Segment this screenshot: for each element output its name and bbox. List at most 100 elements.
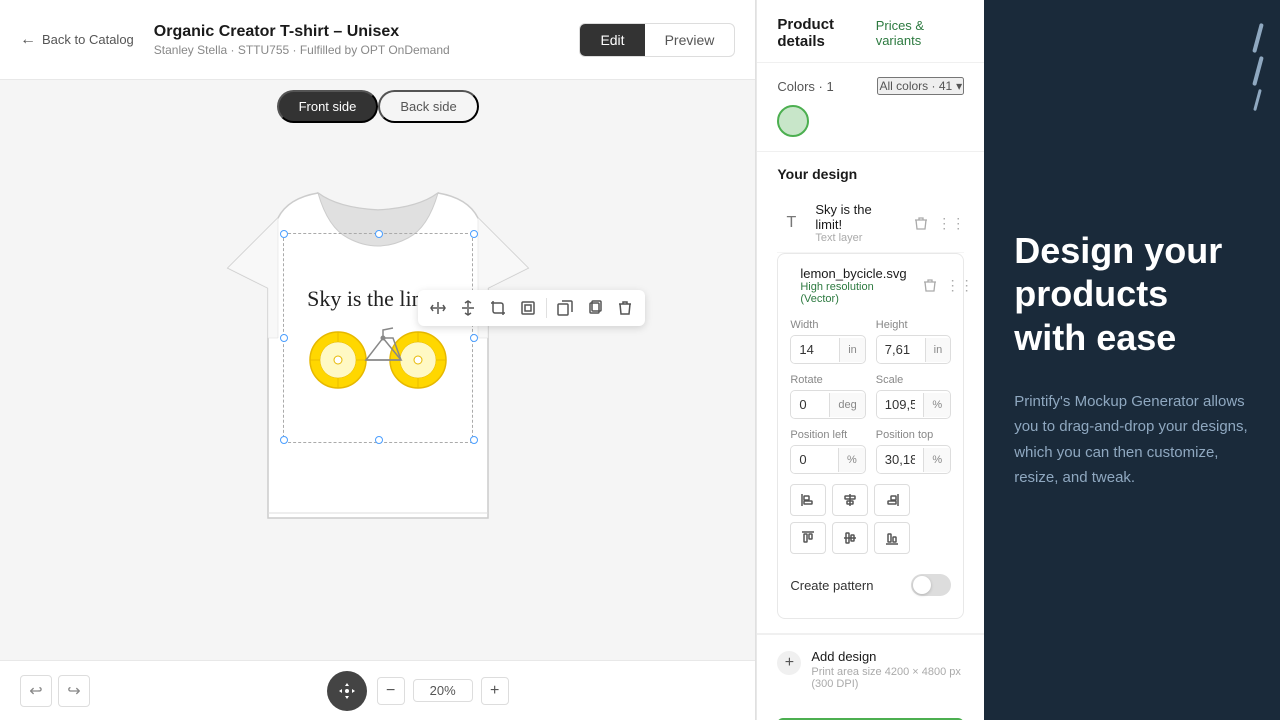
scale-input[interactable] bbox=[877, 391, 924, 418]
rotate-input[interactable] bbox=[791, 391, 829, 418]
pattern-label: Create pattern bbox=[790, 578, 873, 593]
back-label: Back to Catalog bbox=[42, 32, 134, 47]
hero-line3: with ease bbox=[1014, 317, 1176, 358]
top-bar: ← Back to Catalog Organic Creator T-shir… bbox=[0, 0, 755, 80]
product-info: Organic Creator T-shirt – Unisex Stanley… bbox=[154, 23, 560, 57]
undo-button[interactable]: ↩ bbox=[20, 675, 52, 707]
text-layer-actions: ⋮⋮ bbox=[908, 210, 964, 236]
handle-top-right[interactable] bbox=[470, 230, 478, 238]
crop-icon[interactable] bbox=[484, 294, 512, 322]
flip-horizontal-icon[interactable] bbox=[424, 294, 452, 322]
move-tool-button[interactable] bbox=[327, 671, 367, 711]
frame-icon[interactable] bbox=[514, 294, 542, 322]
zoom-value-display[interactable]: 20% bbox=[413, 679, 473, 702]
position-top-label: Position top bbox=[876, 429, 951, 441]
undo-redo-controls: ↩ ↪ bbox=[20, 675, 90, 707]
center-tools: − 20% + bbox=[100, 671, 735, 711]
add-design-title: Add design bbox=[811, 649, 964, 664]
text-layer-item[interactable]: T Sky is the limit! Text layer ⋮⋮ bbox=[777, 194, 964, 253]
prices-variants-link[interactable]: Prices & variants bbox=[876, 18, 965, 48]
all-colors-button[interactable]: All colors · 41 ▾ bbox=[877, 77, 964, 95]
chevron-down-icon: ▾ bbox=[956, 79, 962, 93]
details-title: Product details bbox=[777, 16, 875, 50]
decorative-lines bbox=[1256, 20, 1260, 114]
height-input[interactable] bbox=[877, 336, 925, 363]
rotate-unit: deg bbox=[829, 393, 864, 417]
text-layer-info: Sky is the limit! Text layer bbox=[815, 202, 898, 244]
align-top-button[interactable] bbox=[790, 522, 826, 554]
scale-field: Scale % bbox=[876, 374, 951, 419]
align-bottom-button[interactable] bbox=[874, 522, 910, 554]
product-subtitle: Stanley Stella · STTU755 · Fulfilled by … bbox=[154, 43, 560, 57]
position-top-unit: % bbox=[923, 448, 950, 472]
align-right-button[interactable] bbox=[874, 484, 910, 516]
position-fields: Position left % Position top % bbox=[790, 429, 951, 474]
tab-back-side[interactable]: Back side bbox=[378, 90, 478, 123]
handle-bottom-left[interactable] bbox=[280, 436, 288, 444]
align-center-v-button[interactable] bbox=[832, 522, 868, 554]
handle-bottom-right[interactable] bbox=[470, 436, 478, 444]
lemon-bike-image[interactable] bbox=[303, 320, 453, 390]
tab-front-side[interactable]: Front side bbox=[277, 90, 379, 123]
flip-vertical-icon[interactable] bbox=[454, 294, 482, 322]
design-print-area[interactable]: Sky is the limit! bbox=[283, 233, 473, 443]
handle-left-mid[interactable] bbox=[280, 334, 288, 342]
text-layer-more-button[interactable]: ⋮⋮ bbox=[938, 210, 964, 236]
deco-line-1 bbox=[1252, 23, 1264, 53]
width-unit: in bbox=[839, 338, 865, 362]
image-layer-actions: ⋮⋮ bbox=[917, 273, 973, 299]
color-swatch-green[interactable] bbox=[777, 105, 809, 137]
width-input[interactable] bbox=[791, 336, 839, 363]
text-layer-delete-button[interactable] bbox=[908, 210, 934, 236]
image-layer-name: lemon_bycicle.svg bbox=[800, 266, 906, 281]
image-layer-more-button[interactable]: ⋮⋮ bbox=[947, 273, 973, 299]
product-title: Organic Creator T-shirt – Unisex bbox=[154, 23, 560, 41]
bottom-bar: ↩ ↪ − 20% + bbox=[0, 660, 755, 720]
deco-line-2 bbox=[1252, 56, 1264, 86]
tab-edit[interactable]: Edit bbox=[580, 24, 644, 56]
edit-preview-tabs: Edit Preview bbox=[579, 23, 735, 57]
hero-heading: Design your products with ease bbox=[1014, 229, 1250, 359]
redo-button[interactable]: ↪ bbox=[58, 675, 90, 707]
zoom-out-button[interactable]: − bbox=[377, 677, 405, 705]
add-design-text: Add design Print area size 4200 × 4800 p… bbox=[811, 649, 964, 690]
copy-style-icon[interactable] bbox=[551, 294, 579, 322]
align-left-button[interactable] bbox=[790, 484, 826, 516]
text-layer-name: Sky is the limit! bbox=[815, 202, 898, 232]
width-field: Width in bbox=[790, 319, 865, 364]
handle-top-left[interactable] bbox=[280, 230, 288, 238]
height-field: Height in bbox=[876, 319, 951, 364]
side-tabs: Front side Back side bbox=[277, 90, 479, 123]
scale-unit: % bbox=[923, 393, 950, 417]
duplicate-icon[interactable] bbox=[581, 294, 609, 322]
image-layer-info: lemon_bycicle.svg High resolution (Vecto… bbox=[800, 266, 906, 305]
toggle-knob bbox=[913, 576, 931, 594]
product-details-panel: Product details Prices & variants Colors… bbox=[756, 0, 984, 720]
position-top-input[interactable] bbox=[877, 446, 924, 473]
tab-preview[interactable]: Preview bbox=[645, 24, 735, 56]
handle-top-mid[interactable] bbox=[375, 230, 383, 238]
image-layer-delete-button[interactable] bbox=[917, 273, 943, 299]
rotate-field: Rotate deg bbox=[790, 374, 865, 419]
delete-icon[interactable] bbox=[611, 294, 639, 322]
zoom-in-button[interactable]: + bbox=[481, 677, 509, 705]
details-header: Product details Prices & variants bbox=[757, 0, 984, 63]
rotate-label: Rotate bbox=[790, 374, 865, 386]
back-to-catalog-link[interactable]: ← Back to Catalog bbox=[20, 31, 134, 49]
position-left-input[interactable] bbox=[791, 446, 838, 473]
handle-right-mid[interactable] bbox=[470, 334, 478, 342]
handle-bottom-mid[interactable] bbox=[375, 436, 383, 444]
pattern-toggle[interactable] bbox=[911, 574, 951, 596]
your-design-section: Your design T Sky is the limit! Text lay… bbox=[757, 152, 984, 634]
align-center-h-button[interactable] bbox=[832, 484, 868, 516]
tshirt-canvas[interactable]: Sky is the limit! bbox=[198, 138, 558, 558]
hero-line2: products bbox=[1014, 273, 1168, 314]
plus-icon: + bbox=[777, 651, 801, 675]
position-left-field: Position left % bbox=[790, 429, 865, 474]
image-layer-quality: High resolution (Vector) bbox=[800, 281, 906, 305]
add-design-button[interactable]: + Add design Print area size 4200 × 4800… bbox=[777, 649, 964, 690]
position-left-unit: % bbox=[838, 448, 865, 472]
colors-label: Colors · 1 bbox=[777, 79, 833, 94]
zoom-controls: − 20% + bbox=[377, 677, 509, 705]
deco-line-3 bbox=[1253, 89, 1262, 111]
